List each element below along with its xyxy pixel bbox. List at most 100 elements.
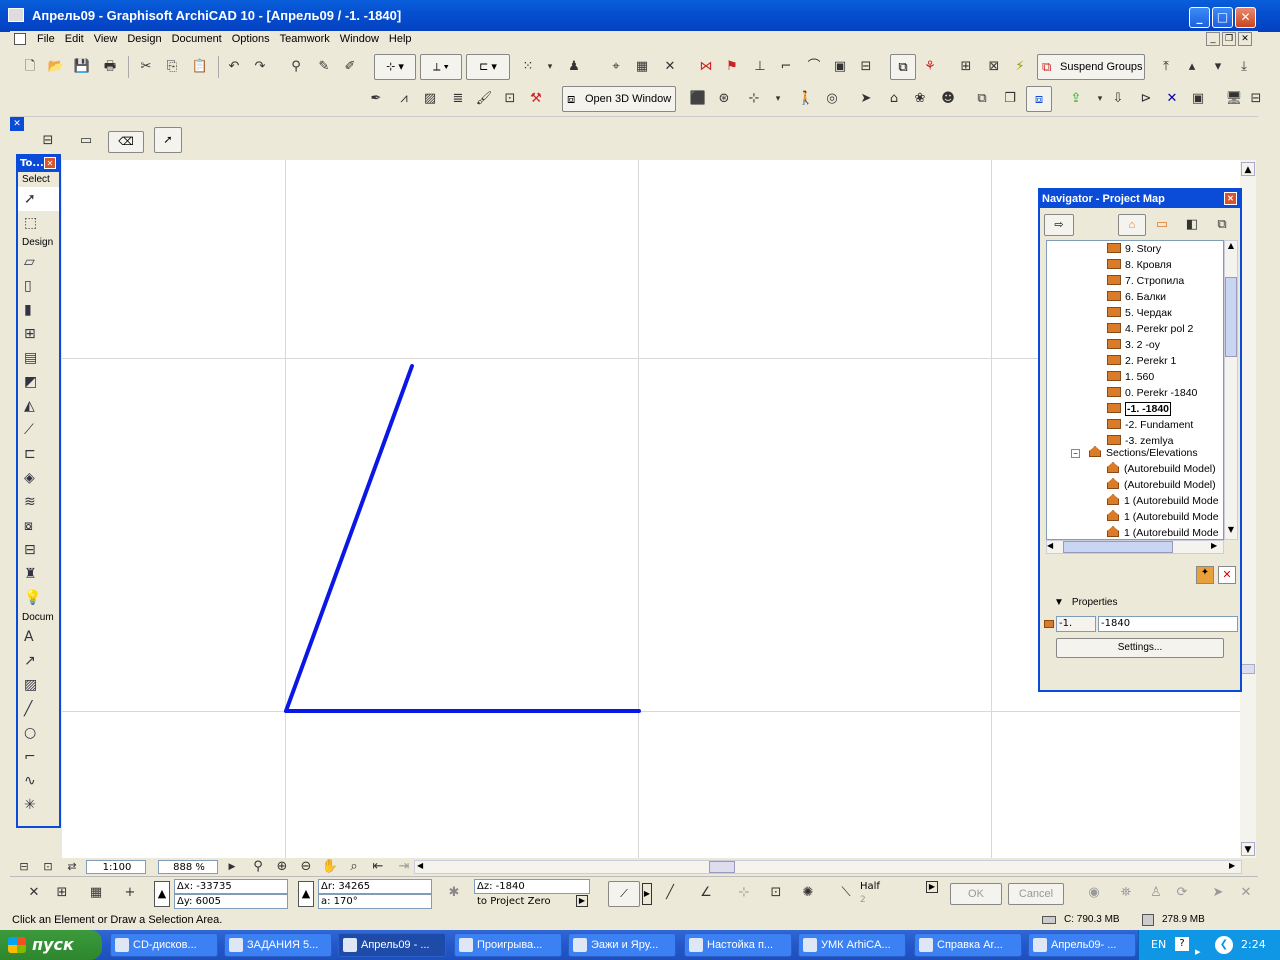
intersect-icon[interactable]: ⊥ (750, 57, 770, 77)
view-map-tab-icon[interactable]: ▭ (1152, 215, 1172, 235)
tray-chevron-icon[interactable]: ❮ (1215, 936, 1233, 954)
circle-tool-icon[interactable]: ○ (18, 721, 59, 745)
story-item[interactable]: 4. Perekr pol 2 (1107, 321, 1193, 337)
rectangle-marquee-icon[interactable]: ▭ (76, 131, 96, 151)
lamp-tool-icon[interactable]: 💡 (18, 586, 59, 610)
half-arrow-icon[interactable]: ▶ (926, 881, 938, 893)
walk-icon[interactable]: ⛯ (1116, 883, 1136, 903)
chair-tool-icon[interactable]: ♜ (18, 562, 59, 586)
pen-icon[interactable]: ✒ (366, 89, 386, 109)
marquee-icon[interactable]: ⊟ (38, 131, 58, 151)
taskbar-item[interactable]: Проигрыва... (454, 933, 562, 957)
send-back-icon[interactable]: ⤓ (1234, 57, 1254, 77)
find-select-icon[interactable]: ⚲ (286, 57, 306, 77)
story-item[interactable]: 3. 2 -oy (1107, 337, 1160, 353)
arrow-tool-icon[interactable]: ➚ (18, 187, 59, 211)
tree-expander-icon[interactable]: − (1071, 449, 1080, 458)
renovation-icon[interactable]: ⚒ (526, 89, 546, 109)
copy-icon[interactable]: ⎘ (162, 57, 182, 77)
publisher-tab-icon[interactable]: ⧉ (1212, 215, 1232, 235)
arrow-select-icon[interactable]: ➚ (154, 127, 182, 153)
inject-icon[interactable]: ✐ (340, 57, 360, 77)
preview-icon[interactable]: ⊡ (38, 857, 58, 877)
trace-icon[interactable]: ♟ (564, 57, 584, 77)
line-tool-icon[interactable]: ╱ (18, 697, 59, 721)
angle-icon[interactable]: ∠ (696, 883, 716, 903)
dimension-icon[interactable]: ⌖ (606, 57, 626, 77)
maximize-button[interactable]: □ (1212, 7, 1233, 28)
compare-icon[interactable]: ⊳ (1136, 89, 1156, 109)
cylinder-tool-icon[interactable]: ⊏ (18, 442, 59, 466)
special-snap-icon[interactable]: ⊹ (734, 883, 754, 903)
brush-icon[interactable]: 🖌 (474, 89, 494, 109)
print-icon[interactable]: 🖶 (100, 57, 120, 77)
copy-view-icon[interactable]: ❐ (1000, 89, 1020, 109)
zoom-in-icon[interactable]: ⊕ (272, 857, 292, 877)
section-item[interactable]: 1 (Autorebuild Mode (1107, 525, 1219, 539)
window-tool-icon[interactable]: ⊞ (18, 322, 59, 346)
story-item[interactable]: 9. Story (1107, 241, 1161, 257)
download-icon[interactable]: ⇩ (1108, 89, 1128, 109)
text-tool-icon[interactable]: A (18, 625, 59, 649)
fit-icon[interactable]: ⌕ (344, 857, 364, 877)
camera-icon[interactable]: ⊛ (714, 89, 734, 109)
expand-icon[interactable]: ✕ (1236, 883, 1256, 903)
line-draw-icon[interactable]: ╱ (660, 883, 680, 903)
property-id-field[interactable]: -1. (1056, 616, 1096, 632)
save-icon[interactable]: 💾 (72, 57, 92, 77)
project-map-tab-icon[interactable]: ⌂ (1118, 214, 1146, 236)
plus-icon[interactable]: + (120, 883, 140, 903)
menu-view[interactable]: View (89, 31, 123, 45)
menu-options[interactable]: Options (227, 31, 275, 45)
adjust-icon[interactable]: ⚑ (722, 57, 742, 77)
axes-icon[interactable]: ⊹ (744, 89, 764, 109)
taskbar-item[interactable]: ЗАДАНИЯ 5... (224, 933, 332, 957)
snap-guides-dropdown[interactable]: ⟂ ▾ (420, 54, 462, 80)
division-icon[interactable]: ⟍ (836, 883, 856, 903)
menu-design[interactable]: Design (122, 31, 166, 45)
polyline-tool-icon[interactable]: ⌐ (18, 745, 59, 769)
cut-icon[interactable]: ✂ (136, 57, 156, 77)
pick-up-icon[interactable]: ✎ (314, 57, 334, 77)
table-icon[interactable]: ▦ (632, 57, 652, 77)
fill-tool-icon[interactable]: ▨ (18, 673, 59, 697)
dropdown-arrow-icon[interactable]: ▾ (540, 57, 560, 77)
magic-wand-icon[interactable]: ⟋ (608, 881, 640, 907)
hatch-icon[interactable]: ⩘ (394, 89, 414, 109)
dropdown-arrow-icon[interactable]: ▾ (1090, 89, 1110, 109)
scroll-up-icon[interactable]: ▲ (1241, 162, 1255, 176)
split-icon[interactable]: ⋈ (696, 57, 716, 77)
hotlink-icon[interactable]: ⚡ (1010, 57, 1030, 77)
new-folder-icon[interactable]: ✦ (1196, 566, 1214, 584)
paste-icon[interactable]: 📋 (190, 57, 210, 77)
tree-vscroll[interactable]: ▲ ▼ (1224, 240, 1238, 540)
bring-forward-icon[interactable]: ▴ (1182, 57, 1202, 77)
story-item[interactable]: 6. Балки (1107, 289, 1166, 305)
group-icon[interactable]: ⧉ (890, 54, 916, 80)
fly-icon[interactable]: ➤ (856, 89, 876, 109)
scale-field[interactable]: 1:100 (86, 860, 146, 874)
stair-tool-icon[interactable]: ≋ (18, 490, 59, 514)
project-tree[interactable]: 9. Story 8. Кровля 7. Стропила 6. Балки 5. Ч… (1046, 240, 1224, 540)
story-item[interactable]: 7. Стропила (1107, 273, 1184, 289)
snap-point-icon[interactable]: ⊡ (766, 883, 786, 903)
resize-icon[interactable]: ▣ (830, 57, 850, 77)
beam-tool-icon[interactable]: ⟋ (18, 418, 59, 442)
forward-icon[interactable]: ➤ (1208, 883, 1228, 903)
unlock-icon[interactable]: ⊠ (984, 57, 1004, 77)
story-item[interactable]: 2. Perekr 1 (1107, 353, 1176, 369)
story-item[interactable]: -1. -1840 (1107, 401, 1172, 417)
story-item[interactable]: 5. Чердак (1107, 305, 1172, 321)
properties-header[interactable]: ▼ Properties (1054, 597, 1117, 608)
doc-restore-button[interactable]: ❐ (1222, 32, 1236, 46)
section-item[interactable]: (Autorebuild Model) (1107, 477, 1216, 493)
label-tool-icon[interactable]: ↗ (18, 649, 59, 673)
hotspot-tool-icon[interactable]: ✳ (18, 793, 59, 817)
navigator-mode-icon[interactable]: ⇨ (1044, 214, 1074, 236)
reference-arrow-icon[interactable]: ▶ (576, 895, 588, 907)
angle-field[interactable]: a: 170° (318, 894, 432, 909)
floor-plan-icon[interactable]: ⊟ (14, 857, 34, 877)
close-palette-icon[interactable]: ✕ (10, 117, 24, 131)
settings-icon[interactable]: ⊟ (1246, 89, 1266, 109)
x-icon[interactable]: ✕ (660, 57, 680, 77)
